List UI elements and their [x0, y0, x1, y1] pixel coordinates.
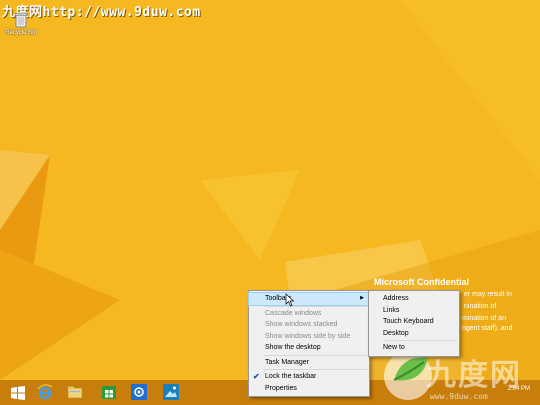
settings-icon[interactable] — [130, 383, 150, 402]
submenu-item-address[interactable]: Address — [369, 293, 459, 305]
menu-item-show-windows-stacked: Show windows stacked — [249, 319, 369, 331]
menu-item-cascade-windows: Cascade windows — [249, 308, 369, 320]
mouse-cursor-icon — [285, 293, 295, 307]
menu-item-lock-the-taskbar[interactable]: ✔ Lock the taskbar — [249, 371, 369, 383]
confidential-notice: Microsoft Confidential er may result in … — [374, 277, 534, 332]
notice-fragment: ngent staff), and — [462, 325, 513, 332]
submenu-arrow-icon: ▶ — [360, 295, 364, 301]
notice-fragment: er may result in — [464, 291, 512, 298]
logo-site-text: www.9duw.com — [430, 392, 488, 401]
menu-separator — [383, 340, 457, 341]
menu-item-label: Properties — [265, 384, 297, 392]
submenu-item-desktop[interactable]: Desktop — [369, 328, 459, 340]
menu-item-label: Address — [383, 295, 409, 302]
notice-fragment: nination of — [464, 303, 497, 310]
menu-item-label: Show the desktop — [265, 344, 321, 351]
menu-item-show-the-desktop[interactable]: Show the desktop — [249, 342, 369, 354]
taskbar-context-menu[interactable]: Toolbars ▶ Cascade windows Show windows … — [248, 290, 370, 397]
submenu-item-links[interactable]: Links — [369, 305, 459, 317]
menu-item-task-manager[interactable]: Task Manager — [249, 357, 369, 369]
confidential-title: Microsoft Confidential — [374, 277, 469, 287]
menu-item-label: Task Manager — [265, 358, 309, 366]
menu-item-label: Touch Keyboard — [383, 318, 434, 325]
submenu-item-touch-keyboard[interactable]: Touch Keyboard — [369, 316, 459, 328]
store-icon[interactable] — [100, 383, 120, 402]
menu-item-show-windows-side-by-side: Show windows side by side — [249, 331, 369, 343]
toolbars-submenu[interactable]: Address Links Touch Keyboard Desktop New… — [368, 290, 460, 357]
recycle-bin[interactable]: Recycle Bin — [4, 12, 38, 36]
start-icon[interactable] — [8, 383, 28, 402]
menu-item-properties[interactable]: Properties — [249, 383, 369, 395]
menu-item-label: Show windows stacked — [265, 321, 338, 328]
menu-item-label: Desktop — [383, 329, 409, 337]
menu-separator — [263, 305, 367, 307]
menu-item-label: Links — [383, 306, 400, 314]
menu-separator — [263, 354, 367, 356]
menu-item-label: Cascade windows — [265, 309, 322, 317]
menu-item-label: New to — [383, 344, 405, 351]
menu-item-label: Lock the taskbar — [265, 373, 317, 380]
menu-item-toolbars[interactable]: Toolbars ▶ — [248, 292, 370, 306]
internet-explorer-icon[interactable] — [36, 383, 56, 402]
checkmark-icon: ✔ — [253, 372, 260, 381]
file-explorer-icon[interactable] — [66, 383, 86, 402]
recycle-bin-label: Recycle Bin — [5, 30, 37, 36]
submenu-item-new-toolbar[interactable]: New to — [369, 342, 459, 354]
menu-item-label: Show windows side by side — [265, 332, 351, 340]
logo-text: 九度网 — [426, 358, 522, 393]
menu-separator — [263, 369, 367, 370]
photos-icon[interactable] — [162, 383, 182, 402]
recycle-bin-icon — [14, 12, 28, 28]
